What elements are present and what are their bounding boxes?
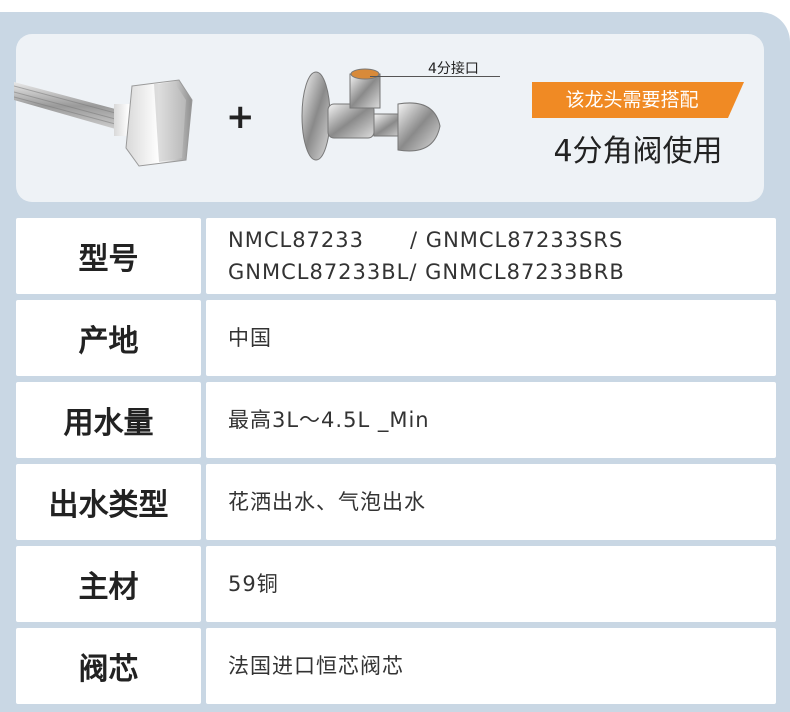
spec-label: 出水类型	[16, 464, 201, 540]
spec-value-line: NMCL87233 / GNMCL87233SRS	[228, 228, 624, 252]
angle-valve-image	[301, 68, 441, 161]
braided-hose-image	[14, 79, 193, 167]
spec-label: 阀芯	[16, 628, 201, 704]
spec-row-valve-core: 阀芯 法国进口恒芯阀芯	[16, 628, 776, 704]
spec-value-line: 中国	[228, 326, 272, 350]
spec-value: 中国	[206, 300, 776, 376]
compatibility-badge: 该龙头需要搭配	[532, 82, 744, 118]
spec-label: 产地	[16, 300, 201, 376]
spec-row-origin: 产地 中国	[16, 300, 776, 376]
spec-value-line: 法国进口恒芯阀芯	[228, 654, 404, 678]
spec-label: 主材	[16, 546, 201, 622]
spec-row-model: 型号 NMCL87233 / GNMCL87233SRS GNMCL87233B…	[16, 218, 776, 294]
spec-value: 花洒出水、气泡出水	[206, 464, 776, 540]
spec-row-outlet-type: 出水类型 花洒出水、气泡出水	[16, 464, 776, 540]
spec-row-water-usage: 用水量 最高3L～4.5L _Min	[16, 382, 776, 458]
spec-label: 型号	[16, 218, 201, 294]
connector-label: 4分接口	[428, 61, 479, 77]
spec-row-material: 主材 59铜	[16, 546, 776, 622]
spec-value-line: 最高3L～4.5L _Min	[228, 408, 430, 432]
spec-label: 用水量	[16, 382, 201, 458]
spec-value-line: 59铜	[228, 572, 279, 596]
badge-text: 该龙头需要搭配	[565, 89, 699, 111]
spec-value-line: GNMCL87233BL/ GNMCL87233BRB	[228, 260, 625, 284]
spec-value: 法国进口恒芯阀芯	[206, 628, 776, 704]
spec-value: NMCL87233 / GNMCL87233SRS GNMCL87233BL/ …	[206, 218, 776, 294]
spec-value: 最高3L～4.5L _Min	[206, 382, 776, 458]
spec-value: 59铜	[206, 546, 776, 622]
spec-value-line: 花洒出水、气泡出水	[228, 490, 426, 514]
plus-sign: +	[226, 97, 255, 137]
valve-requirement-text: 4分角阀使用	[553, 134, 723, 169]
